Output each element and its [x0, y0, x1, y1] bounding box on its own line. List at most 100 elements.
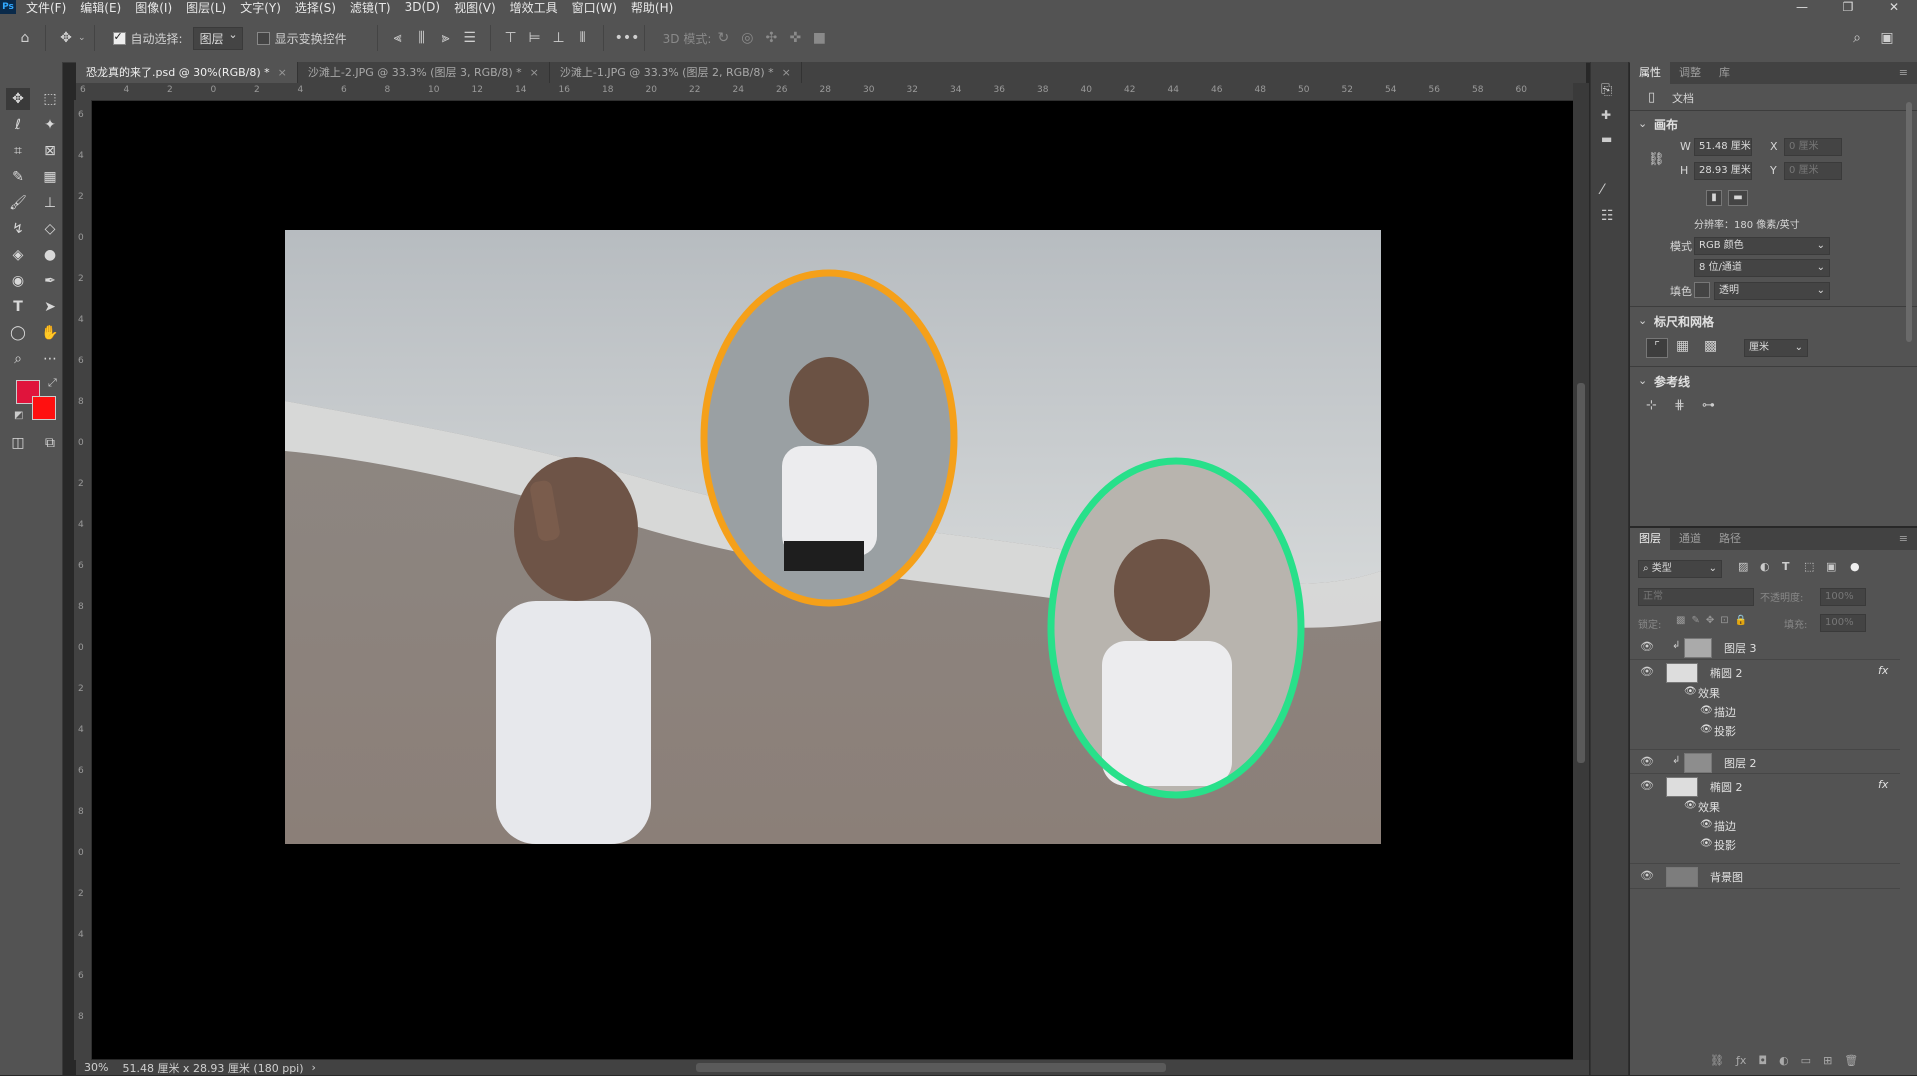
landscape-icon[interactable]: ▬: [1728, 190, 1748, 206]
eye-icon[interactable]: 👁: [1684, 686, 1697, 697]
fill-dropdown[interactable]: 透明 ⌄: [1714, 282, 1830, 300]
grid-icon[interactable]: ▦: [1676, 338, 1689, 354]
delete-layer-icon[interactable]: 🗑: [1844, 1054, 1858, 1067]
chevron-down-icon[interactable]: ⌄: [78, 33, 86, 43]
minimize-button[interactable]: —: [1779, 0, 1825, 14]
plugins-icon[interactable]: ✚: [1601, 108, 1611, 122]
3d-roll-icon[interactable]: ◎: [738, 30, 756, 46]
layer-name[interactable]: 椭圆 2: [1710, 779, 1743, 795]
3d-camera-icon[interactable]: ■: [810, 30, 828, 46]
align-right-icon[interactable]: ⫸: [437, 30, 455, 46]
filter-smart-icon[interactable]: ▣: [1826, 560, 1836, 573]
guide-icon[interactable]: ⊹: [1646, 398, 1657, 413]
search-icon[interactable]: ⌕: [1848, 30, 1866, 46]
align-middle-icon[interactable]: ⊨: [526, 30, 544, 46]
width-field[interactable]: 51.48 厘米: [1694, 138, 1752, 156]
filter-adjust-icon[interactable]: ◐: [1760, 560, 1770, 573]
menu-3d[interactable]: 3D(D): [405, 0, 440, 14]
guide-from-shape-icon[interactable]: ⊶: [1702, 398, 1715, 413]
eye-icon[interactable]: 👁: [1684, 800, 1697, 811]
tab-document-2[interactable]: 沙滩上-2.JPG @ 33.3% (图层 3, RGB/8) * ×: [298, 62, 550, 83]
new-layer-icon[interactable]: ⊞: [1823, 1054, 1832, 1067]
chevron-down-icon[interactable]: ⌄: [1638, 374, 1647, 387]
scrollbar-thumb[interactable]: [1577, 383, 1585, 763]
show-transform-checkbox[interactable]: 显示变换控件: [256, 30, 347, 47]
layer-name[interactable]: 椭圆 2: [1710, 665, 1743, 681]
close-window-button[interactable]: ✕: [1871, 0, 1917, 14]
tab-adjustments[interactable]: 调整: [1670, 62, 1710, 84]
magic-wand-icon[interactable]: ✦: [38, 114, 62, 136]
opacity-field[interactable]: 100%: [1820, 588, 1866, 606]
align-bottom-icon[interactable]: ⊥: [550, 30, 568, 46]
units-dropdown[interactable]: 厘米 ⌄: [1744, 339, 1808, 357]
tab-document-3[interactable]: 沙滩上-1.JPG @ 33.3% (图层 2, RGB/8) * ×: [550, 62, 802, 83]
adjustment-layer-icon[interactable]: ◐: [1779, 1054, 1789, 1067]
more-options-icon[interactable]: •••: [615, 30, 640, 46]
healing-brush-icon[interactable]: ▦: [38, 166, 62, 188]
new-group-icon[interactable]: ▭: [1801, 1054, 1811, 1067]
chevron-down-icon[interactable]: ⌄: [1638, 314, 1647, 327]
shadow-effect[interactable]: 投影: [1714, 837, 1736, 853]
pen-tool-icon[interactable]: ✒: [38, 270, 62, 292]
layer-row-layer3[interactable]: 👁 ↲ 图层 3: [1630, 635, 1900, 659]
link-icon[interactable]: ⛓: [1648, 152, 1665, 167]
blend-mode-dropdown[interactable]: 正常: [1638, 588, 1754, 606]
properties-scrollbar[interactable]: [1906, 102, 1912, 342]
eye-icon[interactable]: 👁: [1700, 705, 1713, 716]
tab-layers[interactable]: 图层: [1630, 528, 1670, 550]
ellipse-tool-icon[interactable]: ◯: [6, 322, 30, 344]
tab-properties[interactable]: 属性: [1630, 62, 1670, 84]
maximize-button[interactable]: ❐: [1825, 0, 1871, 14]
add-style-icon[interactable]: ƒx: [1736, 1054, 1746, 1067]
mode-dropdown[interactable]: RGB 颜色 ⌄: [1694, 237, 1830, 255]
portrait-icon[interactable]: ▮: [1706, 190, 1722, 206]
tab-document-1[interactable]: 恐龙真的来了.psd @ 30%(RGB/8) * ×: [76, 62, 298, 83]
workspace-icon[interactable]: ▣: [1878, 30, 1896, 46]
eye-icon[interactable]: 👁: [1640, 869, 1654, 882]
default-colors-icon[interactable]: ◩: [14, 410, 23, 421]
brush-tool-icon[interactable]: 🖌: [6, 192, 30, 214]
stamp-tool-icon[interactable]: ⊥: [38, 192, 62, 214]
background-color-swatch[interactable]: [32, 396, 56, 420]
ruler-icon[interactable]: ⌜: [1646, 338, 1668, 358]
comments-icon[interactable]: ▬: [1601, 132, 1612, 146]
marquee-tool-icon[interactable]: ⬚: [38, 88, 62, 110]
fx-badge[interactable]: fx: [1878, 778, 1888, 791]
layer-row-layer2[interactable]: 👁 ↲ 图层 2: [1630, 749, 1900, 774]
screen-mode-icon[interactable]: ⧉: [38, 432, 62, 454]
stroke-effect[interactable]: 描边: [1714, 818, 1736, 834]
history-icon[interactable]: ⎘: [1601, 82, 1612, 98]
eye-icon[interactable]: 👁: [1700, 724, 1713, 735]
auto-select-checkbox[interactable]: 自动选择:: [112, 30, 183, 47]
close-icon[interactable]: ×: [782, 66, 791, 79]
add-mask-icon[interactable]: ◘: [1758, 1054, 1767, 1067]
fill-field[interactable]: 100%: [1820, 614, 1866, 632]
close-icon[interactable]: ×: [278, 66, 287, 79]
3d-pan-icon[interactable]: ✣: [762, 30, 780, 46]
eye-icon[interactable]: 👁: [1700, 838, 1713, 849]
adjust-icon[interactable]: ☷: [1601, 208, 1614, 224]
layer-row-ellipse2-b[interactable]: 👁 椭圆 2 fx 👁 效果 👁 描边 👁 投影: [1630, 773, 1900, 864]
home-icon[interactable]: ⌂: [16, 30, 34, 46]
layer-row-ellipse2-a[interactable]: 👁 椭圆 2 fx 👁 效果 👁 描边 👁 投影: [1630, 659, 1900, 750]
filter-toggle-icon[interactable]: ●: [1850, 560, 1860, 573]
height-field[interactable]: 28.93 厘米: [1694, 162, 1752, 180]
fill-swatch[interactable]: [1694, 282, 1710, 298]
x-field[interactable]: 0 厘米: [1784, 138, 1842, 156]
path-select-icon[interactable]: ➤: [38, 296, 62, 318]
eye-icon[interactable]: 👁: [1640, 665, 1654, 678]
document-info[interactable]: 51.48 厘米 x 28.93 厘米 (180 ppi): [122, 1060, 303, 1076]
lock-icons[interactable]: ▩✎✥⊡🔒: [1676, 615, 1753, 626]
vertical-ruler[interactable]: 6 4 2 0 2 4 6 8 0 2 4 6 8 0 2 4 6 8 0 2 4 6 8: [74, 100, 92, 1060]
close-icon[interactable]: ×: [530, 66, 539, 79]
history-brush-icon[interactable]: ↯: [6, 218, 30, 240]
frame-tool-icon[interactable]: ⊠: [38, 140, 62, 162]
canvas-area[interactable]: [92, 101, 1573, 1059]
layer-name[interactable]: 图层 2: [1724, 755, 1757, 771]
eyedropper-icon[interactable]: ✎: [6, 166, 30, 188]
layer-filter-dropdown[interactable]: ⌕ 类型 ⌄: [1638, 560, 1722, 578]
move-tool-icon[interactable]: ✥: [6, 88, 30, 110]
eraser-tool-icon[interactable]: ◇: [38, 218, 62, 240]
document-canvas[interactable]: [92, 101, 1573, 1059]
vertical-scrollbar[interactable]: [1573, 83, 1589, 1060]
